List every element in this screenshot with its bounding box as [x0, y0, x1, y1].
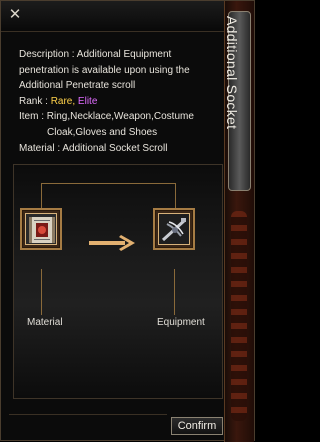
equipment-slot-label: Equipment — [157, 317, 205, 328]
equipment-slot[interactable] — [153, 208, 195, 250]
description-line: Additional Penetrate scroll — [19, 80, 136, 92]
material-value: Additional Socket Scroll — [62, 142, 168, 154]
item-label: Item : — [19, 111, 47, 123]
rank-elite: Elite — [77, 95, 98, 107]
material-label: Material : — [19, 142, 63, 154]
description-block: Description : Additional Equipment penet… — [19, 47, 224, 156]
rank-rare: Rare, — [50, 95, 76, 107]
item-line-2: Cloak,Gloves and Shoes — [47, 126, 158, 138]
description-line: penetration is available upon using the — [19, 64, 190, 76]
material-line: Material : Additional Socket Scroll — [19, 141, 224, 157]
side-title-tab: Additional Socket — [224, 1, 254, 442]
item-line: Item : Ring,Necklace,Weapon,Costume — [19, 109, 224, 125]
bottom-divider — [9, 414, 167, 415]
material-connector — [41, 269, 42, 315]
description-line: Description : Additional Equipment — [19, 49, 172, 60]
close-button[interactable]: ✕ — [7, 6, 23, 22]
rank-line: Rank : Rare, Elite — [19, 94, 224, 110]
material-slot-label: Material — [27, 317, 63, 328]
additional-socket-window: ✕ Additional Socket Description : Additi… — [0, 0, 255, 442]
scroll-icon — [25, 213, 57, 245]
crossbow-icon — [158, 213, 190, 245]
right-arrow-icon — [89, 235, 135, 251]
equipment-connector — [174, 269, 175, 315]
title-bar — [1, 1, 227, 32]
close-icon: ✕ — [8, 5, 22, 23]
confirm-button[interactable]: Confirm — [171, 417, 223, 435]
top-connector — [41, 183, 176, 210]
rank-label: Rank : — [19, 95, 51, 107]
side-ornament — [231, 211, 247, 421]
item-value: Ring,Necklace,Weapon,Costume — [46, 111, 194, 123]
window-title: Additional Socket — [224, 16, 240, 130]
material-slot[interactable] — [20, 208, 62, 250]
